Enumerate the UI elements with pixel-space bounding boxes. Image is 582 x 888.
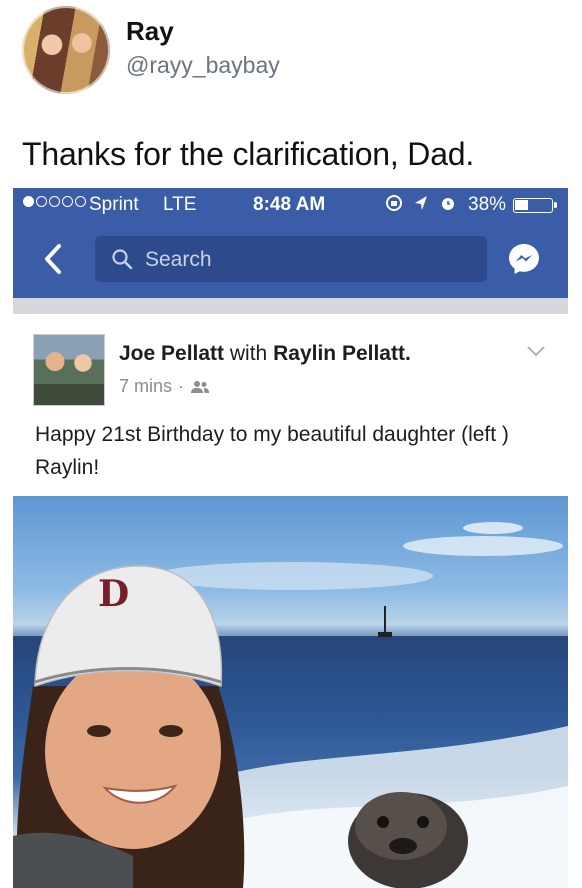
status-bar: Sprint LTE 8:48 AM 38% (13, 188, 568, 222)
search-placeholder: Search (145, 248, 212, 271)
post-photo[interactable]: D (13, 496, 568, 888)
back-chevron-icon[interactable] (33, 236, 73, 282)
location-arrow-icon (415, 196, 427, 210)
clock: 8:48 AM (253, 194, 326, 215)
rotation-lock-icon (386, 195, 402, 211)
battery-percentage: 38% (468, 194, 507, 215)
status-icons (385, 194, 457, 212)
post-meta: 7 mins · (119, 376, 210, 397)
meta-separator: · (178, 376, 185, 396)
signal-strength-icon (23, 196, 86, 207)
display-name[interactable]: Ray (126, 16, 174, 47)
facebook-screenshot: Sprint LTE 8:48 AM 38% Search Joe Pellat… (13, 188, 568, 888)
post-author-avatar[interactable] (33, 334, 105, 406)
selfie-with-sea-lion-image: D (13, 522, 568, 888)
post-tagged-name[interactable]: Raylin Pellatt. (273, 342, 411, 365)
post-time[interactable]: 7 mins (119, 376, 172, 397)
battery-icon (513, 198, 557, 213)
feed-separator (13, 298, 568, 314)
feed-post: Joe Pellatt with Raylin Pellatt. 7 mins … (13, 314, 568, 888)
search-input[interactable]: Search (95, 236, 487, 282)
network-type: LTE (163, 194, 197, 215)
carrier-name: Sprint (89, 194, 139, 215)
post-with-text: with (229, 342, 268, 365)
alarm-icon (442, 198, 454, 210)
chevron-down-icon[interactable] (525, 344, 547, 358)
post-author-line: Joe Pellatt with Raylin Pellatt. (119, 342, 411, 366)
friends-icon (191, 380, 210, 393)
post-author-name[interactable]: Joe Pellatt (119, 342, 224, 365)
svg-text:D: D (98, 573, 129, 615)
post-text: Happy 21st Birthday to my beautiful daug… (35, 423, 509, 479)
messenger-icon[interactable] (506, 241, 542, 277)
facebook-nav-bar: Search (13, 222, 568, 298)
profile-avatar[interactable] (22, 6, 110, 94)
tweet-text: Thanks for the clarification, Dad. (22, 136, 475, 172)
search-icon (112, 249, 133, 270)
user-handle[interactable]: @rayy_baybay (126, 52, 280, 79)
tweet-header: Ray @rayy_baybay (22, 4, 562, 96)
